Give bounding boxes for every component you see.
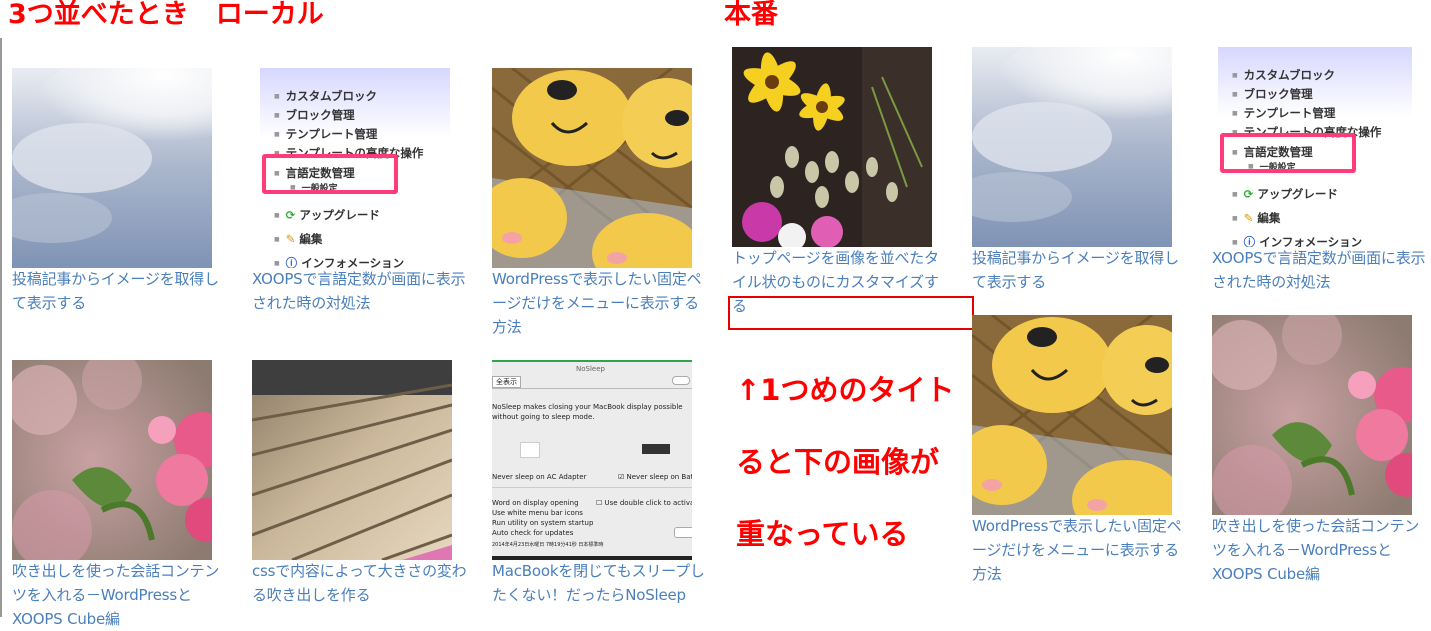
info-icon: ⓘ <box>285 256 298 268</box>
info-icon: ⓘ <box>1243 235 1256 247</box>
sky-photo[interactable] <box>972 47 1172 247</box>
pink-flowers-photo[interactable] <box>1212 315 1412 515</box>
pencil-icon: ✎ <box>285 232 296 246</box>
bear-bread-photo[interactable] <box>972 315 1172 515</box>
bear-bread-photo[interactable] <box>492 68 692 268</box>
prod-card-sky[interactable]: 投稿記事からイメージを取得して表示する <box>972 47 1179 294</box>
refresh-icon: ⟳ <box>285 208 296 222</box>
menu-item: テンプレート管理 <box>1232 105 1336 121</box>
adapter-icon <box>520 442 540 458</box>
overlap-highlight-box <box>728 296 974 330</box>
nosleep-screenshot[interactable]: NoSleep 全表示 NoSleep makes closing your M… <box>492 360 692 560</box>
menu-item: アップグレード <box>299 208 380 222</box>
post-title-link[interactable]: cssで内容によって大きさの変わる吹き出しを作る <box>252 559 470 607</box>
post-title-link[interactable]: 吹き出しを使った会話コンテンツを入れる－WordPressとXOOPS Cube… <box>1212 514 1430 586</box>
post-title-link[interactable]: XOOPSで言語定数が画面に表示された時の対処法 <box>1212 246 1430 294</box>
prod-card-xoops[interactable]: カスタムブロック ブロック管理 テンプレート管理 テンプレートの高度な操作 言語… <box>1212 47 1426 294</box>
post-title-link[interactable]: 吹き出しを使った会話コンテンツを入れる－WordPressとXOOPS Cube… <box>12 559 230 631</box>
highlight-box <box>1220 133 1356 173</box>
post-title-link[interactable]: WordPressで表示したい固定ページだけをメニューに表示する方法 <box>492 267 710 339</box>
production-heading: 本番 <box>724 0 778 30</box>
prod-card-wordpress[interactable]: WordPressで表示したい固定ページだけをメニューに表示する方法 <box>972 315 1182 586</box>
post-title-link[interactable]: MacBookを閉じてもスリープしたくない！だったらNoSleep <box>492 559 710 607</box>
menu-item: カスタムブロック <box>1232 67 1335 83</box>
battery-icon <box>642 444 670 454</box>
menu-item: カスタムブロック <box>274 88 377 104</box>
local-card-xoops[interactable]: カスタムブロック ブロック管理 テンプレート管理 テンプレートの高度な操作 言語… <box>252 68 466 315</box>
local-card-css[interactable]: cssで内容によって大きさの変わる吹き出しを作る <box>252 360 467 607</box>
post-title-link[interactable]: 投稿記事からイメージを取得して表示する <box>12 267 230 315</box>
refresh-icon: ⟳ <box>1243 187 1254 201</box>
prod-card-fukidashi[interactable]: 吹き出しを使った会話コンテンツを入れる－WordPressとXOOPS Cube… <box>1212 315 1419 586</box>
highlight-box <box>262 154 398 194</box>
menu-item: アップグレード <box>1257 187 1338 201</box>
local-card-sky[interactable]: 投稿記事からイメージを取得して表示する <box>12 68 219 315</box>
search-icon <box>672 376 690 385</box>
local-card-fukidashi[interactable]: 吹き出しを使った会話コンテンツを入れる－WordPressとXOOPS Cube… <box>12 360 219 631</box>
menu-item: ブロック管理 <box>274 107 355 123</box>
admin-menu-screenshot[interactable]: カスタムブロック ブロック管理 テンプレート管理 テンプレートの高度な操作 言語… <box>252 68 452 268</box>
pencil-icon: ✎ <box>1243 211 1254 225</box>
admin-menu-screenshot[interactable]: カスタムブロック ブロック管理 テンプレート管理 テンプレートの高度な操作 言語… <box>1212 47 1412 247</box>
local-card-nosleep[interactable]: NoSleep 全表示 NoSleep makes closing your M… <box>492 360 705 607</box>
menu-item: ブロック管理 <box>1232 86 1313 102</box>
post-title-link[interactable]: XOOPSで言語定数が画面に表示された時の対処法 <box>252 267 470 315</box>
local-card-wordpress[interactable]: WordPressで表示したい固定ページだけをメニューに表示する方法 <box>492 68 702 339</box>
menu-item: インフォメーション <box>301 256 405 268</box>
menu-item: 編集 <box>1257 211 1281 225</box>
sky-photo[interactable] <box>12 68 212 268</box>
pink-flowers-photo[interactable] <box>12 360 212 560</box>
annotation-note: ↑1つめのタイト ると下の画像が 重なっている <box>736 373 955 551</box>
post-title-link[interactable]: WordPressで表示したい固定ページだけをメニューに表示する方法 <box>972 514 1190 586</box>
flower-bouquet-photo[interactable] <box>732 47 932 247</box>
wood-deck-photo[interactable] <box>252 360 452 560</box>
menu-item: テンプレート管理 <box>274 126 378 142</box>
menu-item: インフォメーション <box>1259 235 1363 247</box>
divider <box>0 38 2 617</box>
local-heading: 3つ並べたとき ローカル <box>8 0 324 30</box>
menu-item: 編集 <box>299 232 323 246</box>
prod-card-top[interactable]: トップページを画像を並べたタイル状のものにカスタマイズする <box>732 47 939 318</box>
post-title-link[interactable]: 投稿記事からイメージを取得して表示する <box>972 246 1190 294</box>
